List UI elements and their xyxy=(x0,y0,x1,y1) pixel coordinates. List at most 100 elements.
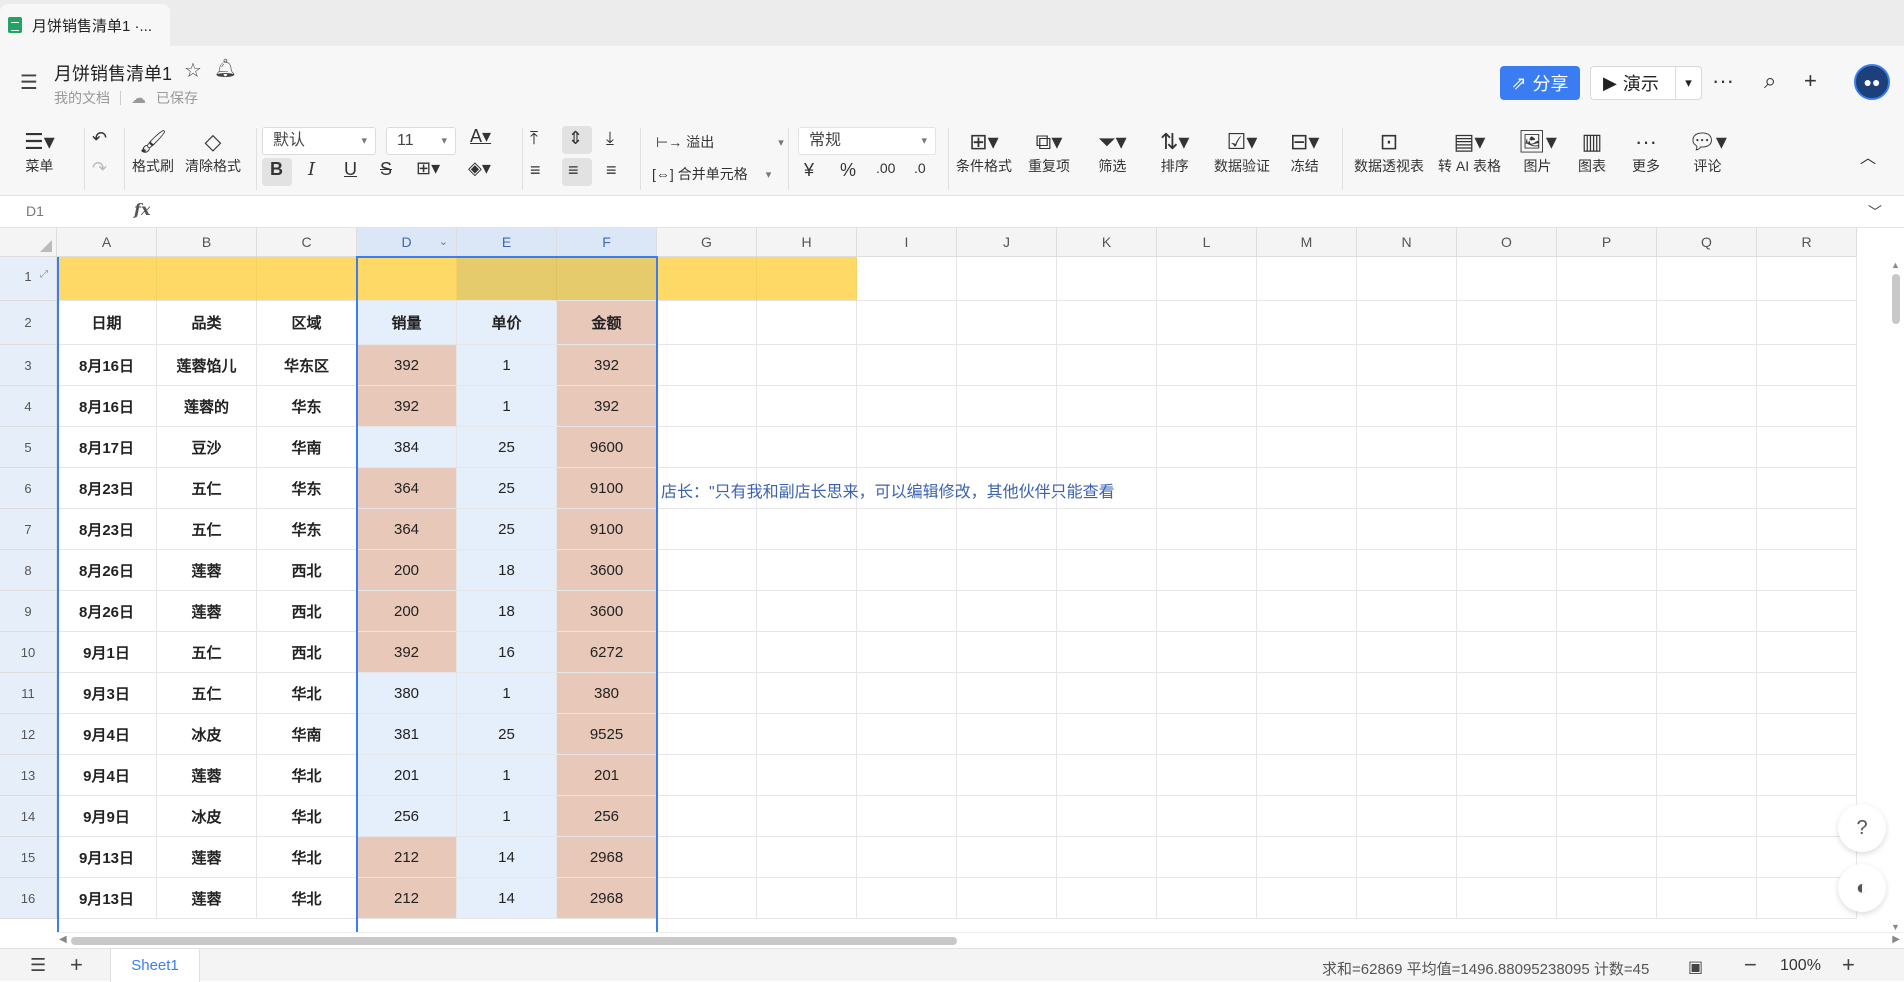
cell[interactable]: 9月13日 xyxy=(57,878,157,919)
cell[interactable] xyxy=(857,386,957,427)
cell[interactable] xyxy=(1057,837,1157,878)
cell[interactable] xyxy=(1357,632,1457,673)
scroll-left-icon[interactable]: ◀ xyxy=(59,934,67,945)
cell[interactable] xyxy=(1557,427,1657,468)
column-header-j[interactable]: J xyxy=(957,228,1057,257)
cell[interactable] xyxy=(1657,468,1757,509)
cell[interactable]: 392 xyxy=(557,345,657,386)
cell[interactable]: 9月4日 xyxy=(57,714,157,755)
column-header-h[interactable]: H xyxy=(757,228,857,257)
cell[interactable]: 8月16日 xyxy=(57,386,157,427)
row-header[interactable]: 16 xyxy=(0,878,57,919)
cell[interactable] xyxy=(1457,345,1557,386)
cell[interactable] xyxy=(657,878,757,919)
cell[interactable] xyxy=(1357,878,1457,919)
cell[interactable]: 9525 xyxy=(557,714,657,755)
menu-button[interactable]: ☰▾ 菜单 xyxy=(24,128,55,176)
cell[interactable] xyxy=(1057,714,1157,755)
cell[interactable] xyxy=(1357,345,1457,386)
cell[interactable]: 冰皮 xyxy=(157,714,257,755)
cell[interactable] xyxy=(1257,673,1357,714)
cell[interactable] xyxy=(557,257,657,301)
layout-icon[interactable]: ▣ xyxy=(1688,957,1703,977)
cell[interactable] xyxy=(957,257,1057,301)
cell[interactable] xyxy=(957,427,1057,468)
cell[interactable]: 冰皮 xyxy=(157,796,257,837)
cell[interactable] xyxy=(857,796,957,837)
plus-icon[interactable]: + xyxy=(1804,68,1817,94)
fill-color-icon[interactable]: ◈▾ xyxy=(468,158,491,179)
cell[interactable] xyxy=(1157,673,1257,714)
cell[interactable]: 五仁 xyxy=(157,632,257,673)
more-button[interactable]: ··· 更多 xyxy=(1632,128,1660,176)
cell[interactable]: 392 xyxy=(357,632,457,673)
collapse-toolbar-icon[interactable]: ︿ xyxy=(1860,144,1876,168)
cell[interactable] xyxy=(1157,257,1257,301)
column-header-o[interactable]: O xyxy=(1457,228,1557,257)
cell[interactable]: 华东 xyxy=(257,468,357,509)
cell[interactable] xyxy=(1657,509,1757,550)
expand-row-icon[interactable]: ⤢ xyxy=(40,269,48,280)
overflow-select[interactable]: ⊢→ 溢出 ▾ xyxy=(656,132,784,152)
cell[interactable] xyxy=(757,878,857,919)
cell[interactable] xyxy=(157,257,257,301)
cell[interactable] xyxy=(1257,796,1357,837)
cell[interactable] xyxy=(957,591,1057,632)
cell[interactable]: 9100 xyxy=(557,509,657,550)
cell[interactable] xyxy=(1657,714,1757,755)
cell[interactable]: 华北 xyxy=(257,673,357,714)
cell[interactable] xyxy=(1557,878,1657,919)
cell[interactable] xyxy=(1457,301,1557,345)
cell[interactable] xyxy=(857,550,957,591)
cell[interactable] xyxy=(1557,755,1657,796)
cell[interactable]: 8月26日 xyxy=(57,591,157,632)
align-bottom-icon[interactable]: ⤓ xyxy=(606,128,614,149)
cell[interactable] xyxy=(1757,257,1857,301)
chevron-down-icon[interactable]: ▾ xyxy=(1675,67,1701,99)
cell[interactable]: 3600 xyxy=(557,591,657,632)
cell[interactable] xyxy=(1357,755,1457,796)
cell[interactable] xyxy=(1457,673,1557,714)
cell[interactable] xyxy=(1557,632,1657,673)
cell[interactable]: 莲蓉馅儿 xyxy=(157,345,257,386)
cell[interactable] xyxy=(1657,345,1757,386)
cell[interactable]: 华北 xyxy=(257,755,357,796)
cell[interactable] xyxy=(1057,427,1157,468)
zoom-in-button[interactable]: + xyxy=(1842,952,1855,978)
cell[interactable] xyxy=(1557,468,1657,509)
decrease-decimal-icon[interactable]: .0 xyxy=(914,160,926,176)
cell[interactable] xyxy=(1757,468,1857,509)
cell[interactable]: 1 xyxy=(457,673,557,714)
data-validation-button[interactable]: ☑▾ 数据验证 xyxy=(1214,128,1270,176)
sidebar-toggle-icon[interactable]: ☰ xyxy=(20,70,38,95)
row-header[interactable]: 8 xyxy=(0,550,57,591)
cell[interactable]: 25 xyxy=(457,714,557,755)
cell[interactable]: 金额 xyxy=(557,301,657,345)
cell[interactable]: 6272 xyxy=(557,632,657,673)
cell[interactable]: 华南 xyxy=(257,427,357,468)
ai-table-button[interactable]: ▤▾ 转 AI 表格 xyxy=(1438,128,1501,176)
zoom-level[interactable]: 100% xyxy=(1780,957,1821,975)
sort-button[interactable]: ⇅▾ 排序 xyxy=(1160,128,1189,176)
cell[interactable] xyxy=(757,755,857,796)
doc-location[interactable]: 我的文档 xyxy=(54,88,110,108)
redo-icon[interactable]: ↷ xyxy=(92,158,107,179)
cell[interactable] xyxy=(757,632,857,673)
spreadsheet-grid[interactable]: A B C D ⌄ E F G H I J K L M N O P Q R 1 2 日期 品类 区域 销量 单价 金额 3 8月16日莲… xyxy=(0,228,1904,932)
cell[interactable] xyxy=(1757,837,1857,878)
cell[interactable] xyxy=(1757,673,1857,714)
cell[interactable] xyxy=(1257,632,1357,673)
number-format-select[interactable]: 常规 ▾ xyxy=(798,127,936,155)
row-header[interactable]: 5 xyxy=(0,427,57,468)
conditional-format-button[interactable]: ⊞▾ 条件格式 xyxy=(956,128,1012,176)
cell[interactable]: 8月23日 xyxy=(57,468,157,509)
cell[interactable] xyxy=(657,714,757,755)
cell[interactable]: 14 xyxy=(457,837,557,878)
cell[interactable]: 9月9日 xyxy=(57,796,157,837)
cell-note-text[interactable]: 店长："只有我和副店长思来，可以编辑修改，其他伙伴只能查看 xyxy=(661,478,1115,502)
cell[interactable]: 8月17日 xyxy=(57,427,157,468)
theme-toggle-icon[interactable]: ◐ xyxy=(1838,864,1886,912)
cell[interactable]: 五仁 xyxy=(157,468,257,509)
align-middle-icon[interactable]: ⇕ xyxy=(568,128,583,149)
cell[interactable] xyxy=(1157,591,1257,632)
